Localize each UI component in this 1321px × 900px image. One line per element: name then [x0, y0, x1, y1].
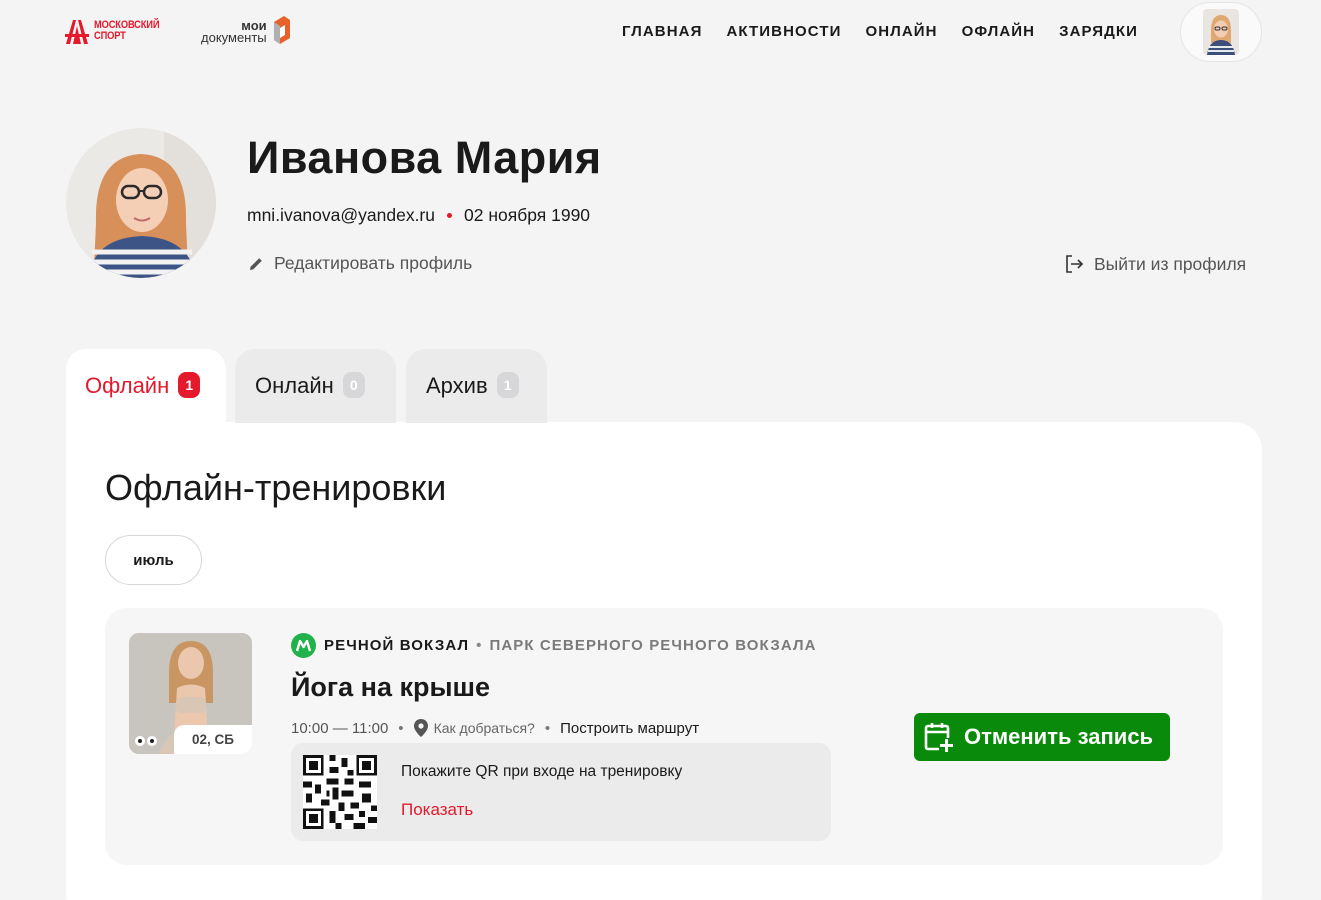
logout-label: Выйти из профиля	[1094, 253, 1247, 274]
qr-code[interactable]	[303, 755, 377, 829]
section-title: Офлайн-тренировки	[105, 467, 447, 508]
cancel-booking-label: Отменить запись	[964, 724, 1154, 749]
build-route-link[interactable]: Построить маршрут	[560, 720, 699, 737]
event-time: 10:00 — 11:00	[291, 719, 389, 737]
header-avatar-button[interactable]	[1180, 2, 1262, 62]
tab-online[interactable]: Онлайн 0	[235, 349, 396, 423]
event-date-chip: 02, СБ	[174, 725, 252, 754]
nav-item-online[interactable]: ОНЛАЙН	[866, 23, 938, 40]
profile-photo	[66, 128, 216, 278]
location-pin-icon	[413, 719, 428, 737]
tab-offline[interactable]: Офлайн 1	[66, 349, 226, 423]
edit-profile-link[interactable]: Редактировать профиль	[247, 253, 472, 274]
qr-hint-text: Покажите QR при входе на тренировку	[401, 763, 683, 780]
logout-icon	[1066, 255, 1084, 273]
route-separator: •	[544, 719, 551, 737]
moscow-sport-logo[interactable]: МОСКОВСКИЙ СПОРТ	[64, 16, 171, 46]
event-park: ПАРК СЕВЕРНОГО РЕЧНОГО ВОКЗАЛА	[489, 637, 817, 654]
pencil-icon	[250, 257, 262, 270]
profile-email: mni.ivanova@yandex.ru	[247, 205, 435, 225]
avatar	[1203, 9, 1239, 55]
event-time-row: 10:00 — 11:00 • Как добраться? • Построи…	[291, 719, 699, 737]
profile-name: Иванова Мария	[247, 132, 602, 183]
nav-item-home[interactable]: ГЛАВНАЯ	[622, 23, 702, 40]
event-title: Йога на крыше	[291, 672, 491, 702]
tab-online-label: Онлайн	[255, 373, 334, 398]
profile-birthdate: 02 ноября 1990	[464, 205, 591, 225]
my-documents-logo-mark	[273, 16, 290, 44]
meta-separator-dot	[447, 213, 452, 218]
metro-station: РЕЧНОЙ ВОКЗАЛ	[324, 637, 470, 654]
my-documents-logo[interactable]: мои документы	[201, 14, 292, 44]
metro-icon	[291, 633, 316, 658]
main-nav: ГЛАВНАЯ АКТИВНОСТИ ОНЛАЙН ОФЛАЙН ЗАРЯДКИ	[622, 23, 1162, 40]
eyes-decoration-icon	[135, 736, 157, 746]
moscow-sport-logo-mark	[65, 20, 89, 44]
tab-online-count: 0	[342, 372, 365, 398]
tab-archive[interactable]: Архив 1	[406, 349, 547, 423]
tab-archive-label: Архив	[426, 373, 488, 398]
event-location-row: РЕЧНОЙ ВОКЗАЛ • ПАРК СЕВЕРНОГО РЕЧНОГО В…	[291, 633, 817, 658]
edit-profile-label: Редактировать профиль	[274, 253, 473, 273]
location-separator: •	[476, 637, 483, 654]
nav-item-exercises[interactable]: ЗАРЯДКИ	[1059, 23, 1138, 40]
cancel-booking-button[interactable]: Отменить запись	[914, 713, 1170, 761]
tab-offline-label: Офлайн	[85, 373, 170, 398]
moscow-sport-logo-text: МОСКОВСКИЙ СПОРТ	[94, 19, 160, 42]
show-qr-link[interactable]: Показать	[401, 800, 473, 820]
header: МОСКОВСКИЙ СПОРТ мои документы ГЛАВНАЯ А…	[0, 0, 1321, 64]
nav-item-activities[interactable]: АКТИВНОСТИ	[726, 23, 841, 40]
my-documents-logo-text: мои документы	[201, 18, 267, 45]
nav-item-offline[interactable]: ОФЛАЙН	[962, 23, 1035, 40]
calendar-plus-icon	[924, 723, 954, 753]
month-filter-chip[interactable]: июль	[105, 535, 202, 585]
profile-meta: mni.ivanova@yandex.ru 02 ноября 1990	[247, 205, 590, 226]
tab-archive-count: 1	[496, 372, 519, 398]
logout-link[interactable]: Выйти из профиля	[1063, 253, 1246, 275]
how-to-get-link[interactable]: Как добраться?	[434, 720, 535, 736]
time-separator: •	[398, 719, 404, 737]
tab-offline-count: 1	[178, 372, 201, 398]
